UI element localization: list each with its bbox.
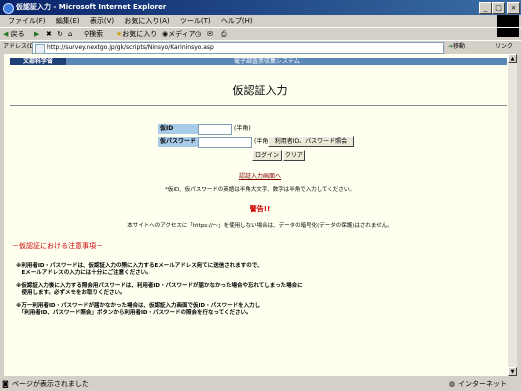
menu-file[interactable]: ファイル(F)	[8, 15, 46, 27]
menu-favorites[interactable]: お気に入り(A)	[124, 15, 169, 27]
status-zone: インターネット	[458, 380, 507, 388]
input-note: *仮ID、仮パスワードの英語は半角大文字、数字は半角で入力してください。	[165, 187, 355, 193]
window-titlebar: 仮認証入力 - Microsoft Internet Explorer _ □ …	[0, 0, 521, 15]
clear-button[interactable]: クリア	[283, 150, 305, 161]
caution-line: 使用します。必ずメモをお取りください。	[16, 290, 126, 296]
page-icon	[35, 44, 45, 54]
system-title: 電子調査票収集システム	[234, 58, 300, 65]
address-input[interactable]: http://survey.nextgo.jp/gk/scripts/Ninsy…	[32, 42, 444, 54]
toolbar: ◀ 戻る ▶ ✖ ↻ ⌂ ⚲検索 ★お気に入り ◉メディア ◷ ✉ ⎙	[0, 27, 521, 41]
menu-tools[interactable]: ツール(T)	[180, 15, 211, 27]
login-button[interactable]: ログイン	[252, 150, 282, 161]
maximize-button[interactable]: □	[492, 2, 505, 14]
id-hint: (半角)	[234, 125, 251, 132]
caution-line: ※万一利用者ID・パスワードが届かなかった場合は、仮認証入力画面で仮ID・パスワ…	[16, 303, 261, 309]
divider	[10, 105, 507, 107]
ie-logo-icon	[3, 3, 14, 14]
caution-line: ※仮認証入力後に入力する照会用パスワードは、利用者ID・パスワードが届かなかった…	[16, 283, 303, 289]
caution-line: 「利用者ID、パスワード照会」ボタンから利用者ID・パスワードの照会を行なってく…	[16, 310, 252, 316]
menu-bar: ファイル(F) 編集(E) 表示(V) お気に入り(A) ツール(T) ヘルプ(…	[0, 15, 521, 27]
caution-line: ※利用者ID・パスワードは、仮認証入力の際に入力するEメールアドレス宛てに送信さ…	[16, 263, 263, 269]
status-text: ページが表示されました	[12, 380, 89, 388]
page-title: 仮認証入力	[232, 84, 288, 97]
password-label: 仮パスワード	[158, 137, 198, 147]
page-content: 文部科学省 電子調査票収集システム 仮認証入力 仮ID (半角) 仮パスワード …	[4, 54, 516, 376]
menu-help[interactable]: ヘルプ(H)	[221, 15, 253, 27]
warning-title: 警告!!	[249, 205, 271, 213]
auth-page-link[interactable]: 認証入力画面へ	[4, 171, 516, 180]
window-title: 仮認証入力 - Microsoft Internet Explorer	[16, 3, 167, 11]
vertical-scrollbar[interactable]: ▲ ▼	[508, 54, 517, 376]
inquiry-button[interactable]: 利用者ID、パスワード照会	[268, 136, 354, 147]
password-input[interactable]	[198, 137, 252, 148]
menu-view[interactable]: 表示(V)	[90, 15, 114, 27]
org-logo: 文部科学省	[10, 58, 66, 65]
close-button[interactable]: ×	[507, 2, 520, 14]
status-bar: ◙ ページが表示されました ◍ インターネット	[0, 378, 521, 391]
scroll-up-icon[interactable]: ▲	[508, 54, 517, 63]
go-button[interactable]: ➜移動	[448, 41, 465, 53]
minimize-button[interactable]: _	[479, 2, 492, 14]
address-bar: アドレス(D) http://survey.nextgo.jp/gk/scrip…	[0, 40, 521, 54]
caution-title: －仮認証における注意事項－	[12, 242, 103, 250]
links-button[interactable]: リンク	[495, 41, 513, 53]
warning-text: 本サイトへのアクセスに「https://～」を使用しない場合は、データの暗号化(…	[127, 223, 393, 229]
scroll-down-icon[interactable]: ▼	[508, 367, 517, 376]
caution-line: Eメールアドレスの入力には十分にご注意ください。	[16, 270, 152, 276]
page-done-icon: ◙	[2, 380, 9, 388]
internet-zone-icon: ◍	[449, 380, 456, 388]
id-input[interactable]	[198, 124, 232, 135]
back-arrow-icon: ◀	[3, 30, 9, 38]
id-label: 仮ID	[158, 124, 198, 134]
menu-edit[interactable]: 編集(E)	[56, 15, 80, 27]
